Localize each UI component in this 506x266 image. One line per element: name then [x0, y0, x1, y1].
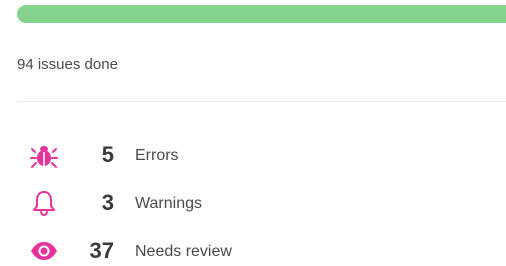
issues-done-text: 94 issues done: [17, 56, 118, 73]
needs-review-label: Needs review: [135, 243, 232, 260]
errors-label: Errors: [135, 147, 179, 164]
needs-review-count: 37: [89, 238, 114, 263]
divider: [17, 101, 506, 102]
stat-row-needs-review[interactable]: 37 Needs review: [0, 235, 506, 266]
eye-icon: [30, 237, 58, 265]
issues-summary-panel: 94 issues done 5 Errors 3 Warnings 37 Ne…: [0, 0, 506, 266]
stat-row-errors[interactable]: 5 Errors: [0, 139, 506, 171]
bell-icon: [30, 189, 58, 217]
stat-row-warnings[interactable]: 3 Warnings: [0, 187, 506, 219]
warnings-count: 3: [101, 190, 114, 215]
progress-bar-fill: [17, 5, 506, 23]
warnings-label: Warnings: [135, 195, 202, 212]
errors-count: 5: [101, 142, 114, 167]
progress-bar: [17, 5, 506, 23]
bug-icon: [30, 141, 58, 169]
